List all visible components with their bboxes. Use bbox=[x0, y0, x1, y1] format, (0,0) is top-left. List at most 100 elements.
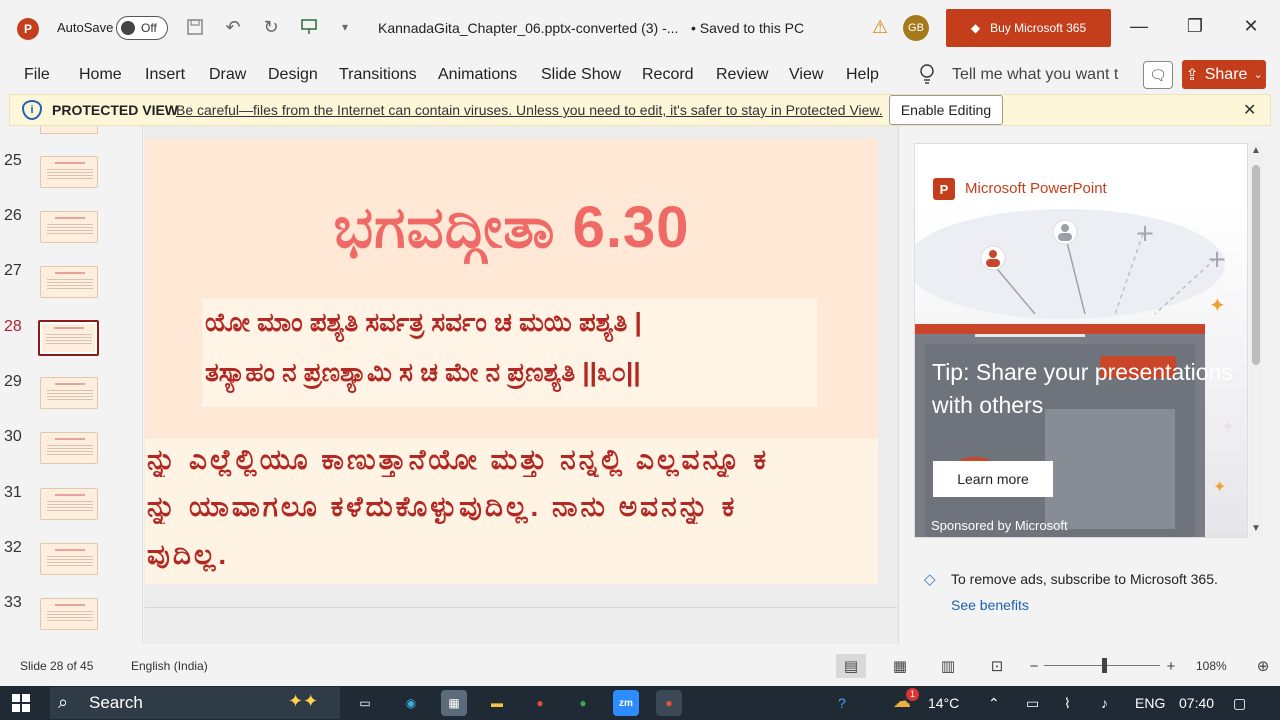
input-language[interactable]: ENG bbox=[1135, 695, 1165, 711]
autosave-toggle[interactable]: Off bbox=[116, 16, 168, 40]
slide-preview[interactable] bbox=[40, 598, 98, 630]
menu-insert[interactable]: Insert bbox=[145, 66, 185, 84]
slide-thumbnail-27[interactable]: 27 bbox=[0, 262, 143, 312]
slide-thumbnail-30[interactable]: 30 bbox=[0, 428, 143, 478]
menu-transitions[interactable]: Transitions bbox=[339, 66, 417, 84]
meaning-line-2[interactable]: ನ್ನು ಯಾವಾಗಲೂ ಕಳೆದುಕೊಳ್ಳುವುದಿಲ್ಲ. ನಾನು ಅವ… bbox=[147, 491, 878, 524]
menu-review[interactable]: Review bbox=[716, 66, 768, 84]
verse-line-2[interactable]: ತಸ್ಯಾಹಂ ನ ಪ್ರಣಶ್ಯಾಮಿ ಸ ಚ ಮೇ ನ ಪ್ರಣಶ್ಯತಿ … bbox=[205, 357, 825, 389]
language-indicator[interactable]: English (India) bbox=[131, 659, 208, 673]
slide-thumbnail-partial[interactable] bbox=[40, 126, 98, 134]
ad-card[interactable]: + + ✦ ✦ ✦ P Microsoft PowerPoint Tip: Sh… bbox=[914, 143, 1248, 538]
menu-home[interactable]: Home bbox=[79, 66, 122, 84]
learn-more-button[interactable]: Learn more bbox=[933, 461, 1053, 497]
temperature[interactable]: 14°C bbox=[928, 695, 959, 711]
clock[interactable]: 07:40 bbox=[1179, 695, 1214, 711]
slide-thumbnail-31[interactable]: 31 bbox=[0, 484, 143, 534]
notes-divider[interactable] bbox=[145, 607, 897, 608]
meaning-line-1[interactable]: ನ್ನು ಎಲ್ಲೆಲ್ಲಿಯೂ ಕಾಣುತ್ತಾನೆಯೋ ಮತ್ತು ನನ್ನ… bbox=[147, 444, 878, 477]
see-benefits-link[interactable]: See benefits bbox=[951, 597, 1029, 613]
enable-editing-button[interactable]: Enable Editing bbox=[889, 95, 1003, 125]
battery-icon[interactable]: ▭ bbox=[1026, 695, 1039, 712]
tell-me-search-input[interactable]: Tell me what you want t bbox=[952, 66, 1122, 84]
slide-number: 28 bbox=[4, 318, 22, 335]
task-view-icon[interactable]: ▭ bbox=[352, 690, 378, 716]
verse-line-1[interactable]: ಯೋ ಮಾಂ ಪಶ್ಯತಿ ಸರ್ವತ್ರ ಸರ್ವಂ ಚ ಮಯಿ ಪಶ್ಯತಿ… bbox=[205, 307, 825, 339]
menu-file[interactable]: File bbox=[24, 66, 50, 84]
slide-sorter-view-icon[interactable]: ▦ bbox=[885, 654, 915, 678]
share-button[interactable]: ⇪ Share ⌄ bbox=[1182, 60, 1266, 89]
chrome-icon[interactable]: ● bbox=[527, 690, 553, 716]
slide-preview[interactable] bbox=[40, 432, 98, 464]
chrome-profile-icon[interactable]: ● bbox=[570, 690, 596, 716]
warning-icon[interactable]: ⚠ bbox=[872, 17, 888, 38]
slide-thumbnail-32[interactable]: 32 bbox=[0, 539, 143, 589]
menu-slide-show[interactable]: Slide Show bbox=[541, 66, 621, 84]
slide-preview[interactable] bbox=[40, 488, 98, 520]
undo-icon[interactable]: ↶ bbox=[222, 16, 244, 38]
current-slide[interactable]: ಭಗವದ್ಗೀತಾ 6.30 ಯೋ ಮಾಂ ಪಶ್ಯತಿ ಸರ್ವತ್ರ ಸರ್… bbox=[145, 139, 878, 584]
buy-microsoft-365-button[interactable]: ◆ Buy Microsoft 365 bbox=[946, 9, 1111, 47]
slide-show-view-icon[interactable]: ⊡ bbox=[982, 654, 1012, 678]
scroll-down-icon[interactable]: ▼ bbox=[1251, 523, 1261, 534]
close-icon[interactable]: ✕ bbox=[1243, 100, 1256, 120]
fit-to-window-icon[interactable]: ⊕ bbox=[1248, 654, 1278, 678]
calculator-icon[interactable]: ▦ bbox=[441, 690, 467, 716]
chevron-up-icon[interactable]: ⌃ bbox=[988, 695, 1000, 712]
slide-title[interactable]: ಭಗವದ್ಗೀತಾ 6.30 bbox=[145, 194, 878, 262]
slide-thumbnail-28[interactable]: 28 bbox=[0, 318, 143, 368]
close-icon[interactable]: ✕ bbox=[1236, 16, 1266, 37]
edge-icon[interactable]: ◉ bbox=[398, 690, 424, 716]
menu-animations[interactable]: Animations bbox=[438, 66, 517, 84]
windows-start-icon[interactable] bbox=[12, 694, 30, 712]
reading-view-icon[interactable]: ▥ bbox=[933, 654, 963, 678]
redo-icon[interactable]: ↻ bbox=[260, 16, 282, 38]
slide-preview[interactable] bbox=[40, 543, 98, 575]
lightbulb-icon[interactable] bbox=[919, 64, 935, 89]
slide-preview-selected[interactable] bbox=[38, 320, 99, 356]
document-title[interactable]: KannadaGita_Chapter_06.pptx-converted (3… bbox=[378, 20, 678, 36]
ad-scrollbar[interactable]: ▲ ▼ bbox=[1249, 143, 1263, 538]
protected-view-message-link[interactable]: Be careful—files from the Internet can c… bbox=[176, 102, 883, 118]
slide-thumbnail-25[interactable]: 25 bbox=[0, 152, 143, 202]
menu-draw[interactable]: Draw bbox=[209, 66, 246, 84]
slide-preview[interactable] bbox=[40, 377, 98, 409]
powerpoint-taskbar-icon[interactable]: ● bbox=[656, 690, 682, 716]
slide-thumbnail-33[interactable]: 33 bbox=[0, 594, 143, 644]
help-icon[interactable]: ? bbox=[838, 695, 846, 711]
minimize-icon[interactable]: — bbox=[1124, 16, 1154, 37]
save-icon[interactable] bbox=[184, 16, 206, 38]
meaning-line-3[interactable]: ವುದಿಲ್ಲ. bbox=[147, 539, 878, 572]
network-icon[interactable]: ⌇ bbox=[1064, 695, 1071, 712]
menu-help[interactable]: Help bbox=[846, 66, 879, 84]
file-explorer-icon[interactable]: ▬ bbox=[484, 690, 510, 716]
zoom-in-icon[interactable]: + bbox=[1156, 654, 1186, 678]
scroll-up-icon[interactable]: ▲ bbox=[1251, 145, 1261, 156]
normal-view-icon[interactable]: ▤ bbox=[836, 654, 866, 678]
autosave-state: Off bbox=[141, 21, 157, 35]
notifications-icon[interactable]: ▢ bbox=[1233, 695, 1246, 712]
comments-button[interactable]: 🗨 bbox=[1143, 61, 1173, 89]
avatar[interactable]: GB bbox=[903, 15, 929, 41]
present-from-start-icon[interactable] bbox=[298, 16, 320, 38]
scrollbar-thumb[interactable] bbox=[1252, 165, 1260, 365]
diamond-icon: ◇ bbox=[924, 571, 936, 588]
slide-counter[interactable]: Slide 28 of 45 bbox=[20, 659, 93, 673]
volume-icon[interactable]: ♪ bbox=[1101, 695, 1108, 711]
zoom-app-icon[interactable]: zm bbox=[613, 690, 639, 716]
zoom-out-icon[interactable]: − bbox=[1019, 654, 1049, 678]
menu-record[interactable]: Record bbox=[642, 66, 694, 84]
slide-thumbnail-26[interactable]: 26 bbox=[0, 207, 143, 257]
customize-toolbar-icon[interactable]: ▾ bbox=[334, 16, 356, 38]
slide-preview[interactable] bbox=[40, 211, 98, 243]
restore-icon[interactable]: ❐ bbox=[1180, 16, 1210, 37]
zoom-level[interactable]: 108% bbox=[1196, 659, 1227, 673]
menu-view[interactable]: View bbox=[789, 66, 823, 84]
slide-preview[interactable] bbox=[40, 266, 98, 298]
slide-preview[interactable] bbox=[40, 156, 98, 188]
zoom-slider-thumb[interactable] bbox=[1102, 658, 1107, 673]
sponsored-label: Sponsored by Microsoft bbox=[931, 518, 1068, 533]
slide-thumbnail-29[interactable]: 29 bbox=[0, 373, 143, 423]
save-status[interactable]: • Saved to this PC bbox=[691, 20, 804, 36]
menu-design[interactable]: Design bbox=[268, 66, 318, 84]
